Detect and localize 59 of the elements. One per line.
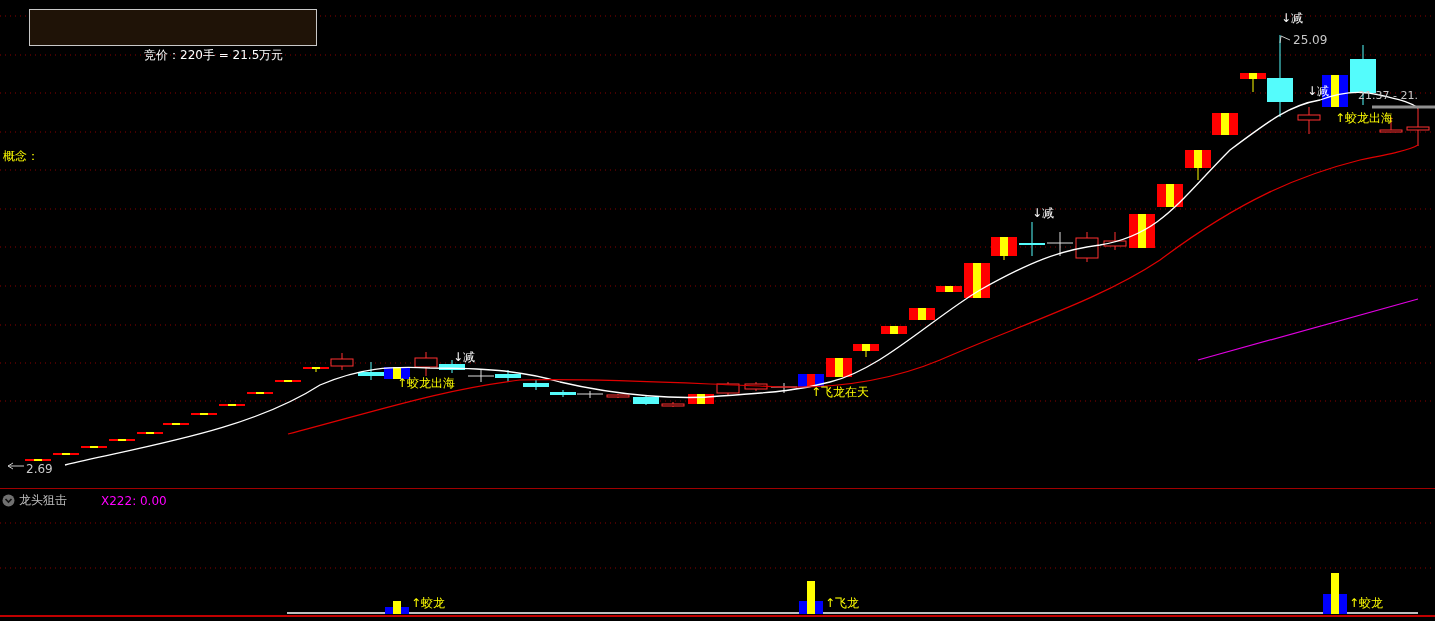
candlestick xyxy=(1019,221,1045,257)
candlestick xyxy=(936,286,962,292)
candlestick xyxy=(1157,184,1183,207)
signal-bar xyxy=(1323,573,1347,614)
candlestick xyxy=(24,459,52,461)
candlestick xyxy=(136,432,164,434)
signal-label: ↑蛟龙出海 xyxy=(1335,111,1394,125)
candlestick xyxy=(523,379,549,391)
signal-label: ↑蛟龙出海 xyxy=(397,376,456,390)
candlestick xyxy=(1103,231,1127,251)
candlestick xyxy=(1212,113,1238,135)
candlestick xyxy=(661,401,685,408)
signal-label: ↑飞龙在天 xyxy=(811,385,870,399)
candlestick xyxy=(80,446,108,448)
candlestick xyxy=(881,326,907,334)
concept-label: 概念： xyxy=(3,148,39,165)
indicator-value: X222: 0.00 xyxy=(101,493,167,508)
leader-line xyxy=(7,462,25,470)
price-label: 2.69 xyxy=(26,462,53,476)
indicator-name: 龙头狙击 xyxy=(19,492,67,509)
candlestick xyxy=(1129,214,1155,248)
candlestick xyxy=(52,453,80,455)
candlestick xyxy=(162,423,190,425)
candlestick xyxy=(964,263,990,298)
candlestick xyxy=(1185,150,1211,181)
candlestick xyxy=(108,439,136,441)
candlestick xyxy=(246,392,274,394)
candlestick xyxy=(576,390,604,399)
candlestick xyxy=(190,413,218,415)
candlestick xyxy=(550,389,576,398)
candlestick xyxy=(1046,231,1074,257)
candlestick xyxy=(1075,231,1099,263)
price-label: 25.09 xyxy=(1293,33,1328,47)
signal-label: ↓减 xyxy=(453,350,476,364)
candlestick xyxy=(826,358,852,377)
candlestick xyxy=(633,394,659,406)
signal-bar xyxy=(385,601,409,614)
signal-bar xyxy=(799,581,823,614)
candlestick xyxy=(716,381,740,396)
candlestick xyxy=(991,237,1017,261)
auction-info: 竞价：220手 = 21.5万元 xyxy=(144,47,284,64)
signal-label: ↑蛟龙 xyxy=(411,596,446,610)
candlestick xyxy=(744,381,768,392)
candlestick xyxy=(1297,106,1321,135)
leader-line xyxy=(1279,35,1291,44)
candlestick xyxy=(909,308,935,320)
candlestick xyxy=(467,369,495,383)
signal-label: ↑蛟龙 xyxy=(1349,596,1384,610)
candlestick xyxy=(274,380,302,382)
signal-label: ↓减 xyxy=(1032,206,1055,220)
signal-label: ↓减 xyxy=(1281,11,1304,25)
collapse-icon[interactable] xyxy=(2,494,15,507)
candlestick xyxy=(495,369,521,383)
candlestick xyxy=(853,344,879,358)
candlestick xyxy=(606,393,630,399)
candlestick xyxy=(688,394,714,404)
candlestick xyxy=(218,404,246,406)
signal-label: ↑飞龙 xyxy=(825,596,860,610)
candlestick xyxy=(1406,106,1430,147)
